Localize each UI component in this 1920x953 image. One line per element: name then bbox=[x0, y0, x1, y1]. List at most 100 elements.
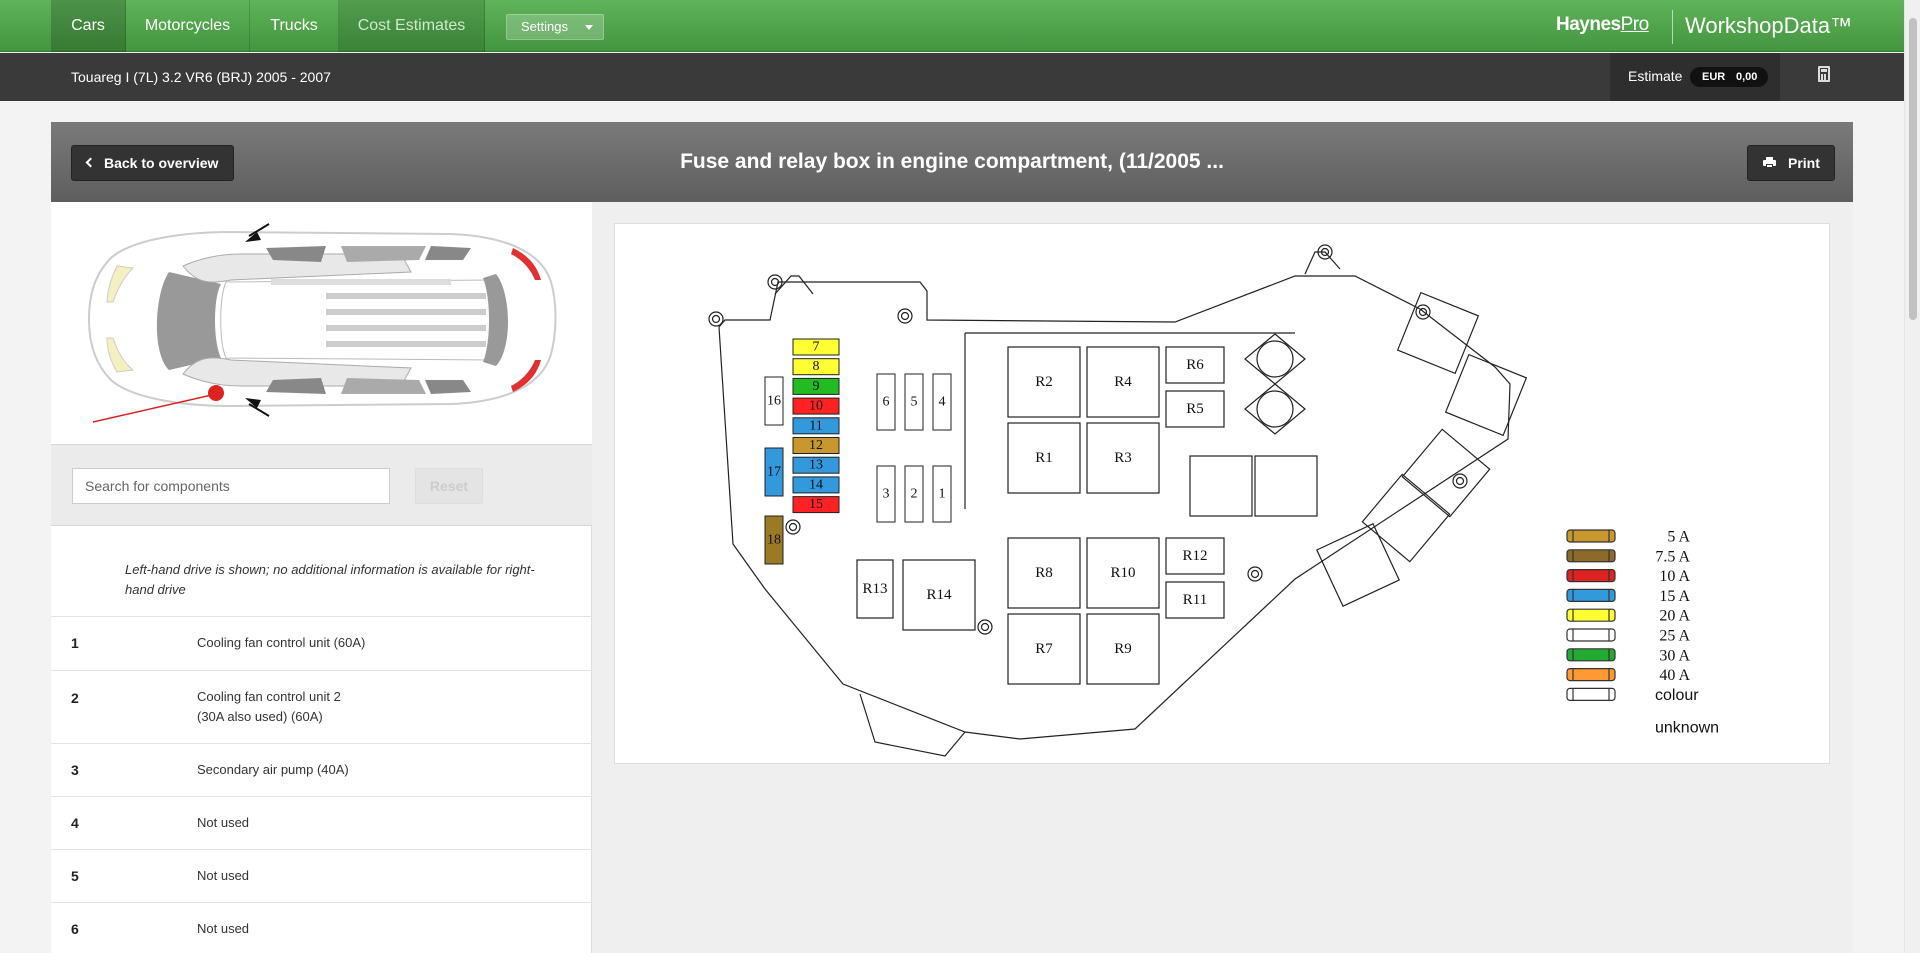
fuse-5[interactable]: 5 bbox=[904, 373, 924, 431]
component-sidebar: Reset Left-hand drive is shown; no addit… bbox=[51, 202, 592, 953]
printer-icon bbox=[1763, 157, 1776, 168]
estimate-widget[interactable]: Estimate EUR 0,00 bbox=[1610, 53, 1780, 101]
mounting-hole-icon bbox=[1452, 473, 1468, 489]
list-item[interactable]: 4 Not used bbox=[51, 796, 592, 849]
fuse-label: 17 bbox=[767, 465, 781, 480]
mounting-hole-icon bbox=[897, 308, 913, 324]
item-number: 6 bbox=[71, 921, 79, 937]
car-top-view-icon bbox=[87, 223, 557, 423]
relay-r13[interactable]: R13 bbox=[856, 559, 894, 619]
fuse-label: 12 bbox=[809, 438, 823, 453]
fuse-label: 4 bbox=[939, 395, 946, 410]
back-label: Back to overview bbox=[104, 155, 219, 171]
fuse-2[interactable]: 2 bbox=[904, 465, 924, 523]
fuse-label: 9 bbox=[813, 379, 820, 394]
fuse-11[interactable]: 11 bbox=[792, 417, 840, 435]
haynespro-logo: HaynesPro bbox=[1556, 14, 1649, 35]
legend-item: 7.5 A bbox=[1566, 548, 1690, 565]
fuse-3[interactable]: 3 bbox=[876, 465, 896, 523]
relay-r12[interactable]: R12 bbox=[1165, 537, 1225, 575]
fuse-10[interactable]: 10 bbox=[792, 397, 840, 415]
fuse-7[interactable]: 7 bbox=[792, 338, 840, 356]
item-description: Cooling fan control unit (60A) bbox=[197, 635, 366, 650]
relay-r7[interactable]: R7 bbox=[1007, 613, 1081, 685]
tab-cost-estimates[interactable]: Cost Estimates bbox=[339, 0, 485, 52]
title-bar: Fuse and relay box in engine compartment… bbox=[51, 122, 1853, 202]
fuse-14[interactable]: 14 bbox=[792, 476, 840, 494]
back-to-overview-button[interactable]: Back to overview bbox=[71, 145, 234, 181]
mounting-hole-icon bbox=[788, 522, 798, 532]
relay-r14[interactable]: R14 bbox=[902, 559, 976, 631]
fuse-15[interactable]: 15 bbox=[792, 496, 840, 514]
tab-cars[interactable]: Cars bbox=[51, 0, 126, 52]
print-button[interactable]: Print bbox=[1747, 145, 1835, 181]
relay-r2[interactable]: R2 bbox=[1007, 346, 1081, 418]
item-number: 3 bbox=[71, 762, 79, 778]
page-scrollbar[interactable] bbox=[1904, 0, 1920, 953]
mounting-hole-icon bbox=[1250, 569, 1260, 579]
mounting-hole-icon bbox=[977, 619, 993, 635]
relay-r6[interactable]: R6 bbox=[1165, 346, 1225, 384]
estimate-value: 0,00 bbox=[1736, 71, 1758, 83]
list-item[interactable]: 2 Cooling fan control unit 2 (30A also u… bbox=[51, 670, 592, 743]
fuse-9[interactable]: 9 bbox=[792, 377, 840, 395]
fuse-label: 10 bbox=[809, 399, 823, 414]
mounting-hole-icon bbox=[785, 519, 801, 535]
relay-r9[interactable]: R9 bbox=[1086, 613, 1160, 685]
fuse-8[interactable]: 8 bbox=[792, 358, 840, 376]
fuse-13[interactable]: 13 bbox=[792, 456, 840, 474]
legend-item: 25 A bbox=[1566, 628, 1690, 645]
page-title: Fuse and relay box in engine compartment… bbox=[680, 150, 1224, 173]
relay-label: R13 bbox=[862, 581, 887, 597]
relay-label: R9 bbox=[1114, 641, 1132, 657]
relay-r3[interactable]: R3 bbox=[1086, 422, 1160, 494]
item-description: Not used bbox=[197, 921, 250, 936]
fuse-label: 3 bbox=[883, 487, 890, 502]
fuse-label: 14 bbox=[809, 477, 823, 492]
calculator-icon[interactable] bbox=[1818, 66, 1830, 82]
vehicle-bar: Touareg I (7L) 3.2 VR6 (BRJ) 2005 - 2007… bbox=[0, 53, 1904, 101]
print-label: Print bbox=[1788, 155, 1820, 171]
fuse-16[interactable]: 16 bbox=[764, 376, 784, 426]
settings-dropdown[interactable]: Settings bbox=[506, 14, 604, 40]
fuse-18[interactable]: 18 bbox=[764, 515, 784, 565]
relay-label: R4 bbox=[1114, 374, 1132, 390]
fuse-12[interactable]: 12 bbox=[792, 437, 840, 454]
brand-divider bbox=[1672, 10, 1673, 44]
item-description: Not used bbox=[197, 815, 250, 830]
item-description: Secondary air pump (40A) bbox=[197, 762, 349, 777]
fuse-label: 2 bbox=[911, 487, 918, 502]
list-item[interactable]: 6 Not used bbox=[51, 902, 592, 953]
list-item[interactable]: 3 Secondary air pump (40A) bbox=[51, 743, 592, 796]
fuse-4[interactable]: 4 bbox=[932, 373, 952, 431]
vehicle-title[interactable]: Touareg I (7L) 3.2 VR6 (BRJ) 2005 - 2007 bbox=[71, 69, 331, 85]
search-input[interactable] bbox=[72, 468, 390, 504]
fuse-label: 7 bbox=[813, 340, 820, 355]
item-number: 5 bbox=[71, 868, 79, 884]
legend-label: 25 A bbox=[1659, 628, 1690, 645]
tab-trucks[interactable]: Trucks bbox=[250, 0, 339, 52]
fuse-6[interactable]: 6 bbox=[876, 373, 896, 431]
relay-r5[interactable]: R5 bbox=[1165, 390, 1225, 428]
item-description-extra: (30A also used) (60A) bbox=[197, 709, 323, 724]
chevron-left-icon bbox=[85, 157, 96, 168]
mounting-hole-icon bbox=[980, 622, 990, 632]
fuse-1[interactable]: 1 bbox=[932, 465, 952, 523]
relay-r8[interactable]: R8 bbox=[1007, 537, 1081, 609]
relay-r11[interactable]: R11 bbox=[1165, 581, 1225, 619]
estimate-total: EUR 0,00 bbox=[1690, 67, 1768, 87]
tab-motorcycles[interactable]: Motorcycles bbox=[126, 0, 250, 52]
relay-r1[interactable]: R1 bbox=[1007, 422, 1081, 494]
relay-r10[interactable]: R10 bbox=[1086, 537, 1160, 609]
legend-item: 15 A bbox=[1566, 588, 1690, 605]
scrollbar-thumb[interactable] bbox=[1909, 18, 1917, 320]
fuse-label: 13 bbox=[809, 458, 823, 473]
list-item[interactable]: 1 Cooling fan control unit (60A) bbox=[51, 616, 592, 670]
fuse-17[interactable]: 17 bbox=[764, 447, 784, 497]
list-item[interactable]: 5 Not used bbox=[51, 849, 592, 902]
relay-r4[interactable]: R4 bbox=[1086, 346, 1160, 418]
currency-label: EUR bbox=[1702, 71, 1726, 83]
reset-button[interactable]: Reset bbox=[415, 468, 483, 504]
legend-label: 15 A bbox=[1659, 588, 1690, 605]
legend-item: 10 A bbox=[1566, 568, 1690, 585]
